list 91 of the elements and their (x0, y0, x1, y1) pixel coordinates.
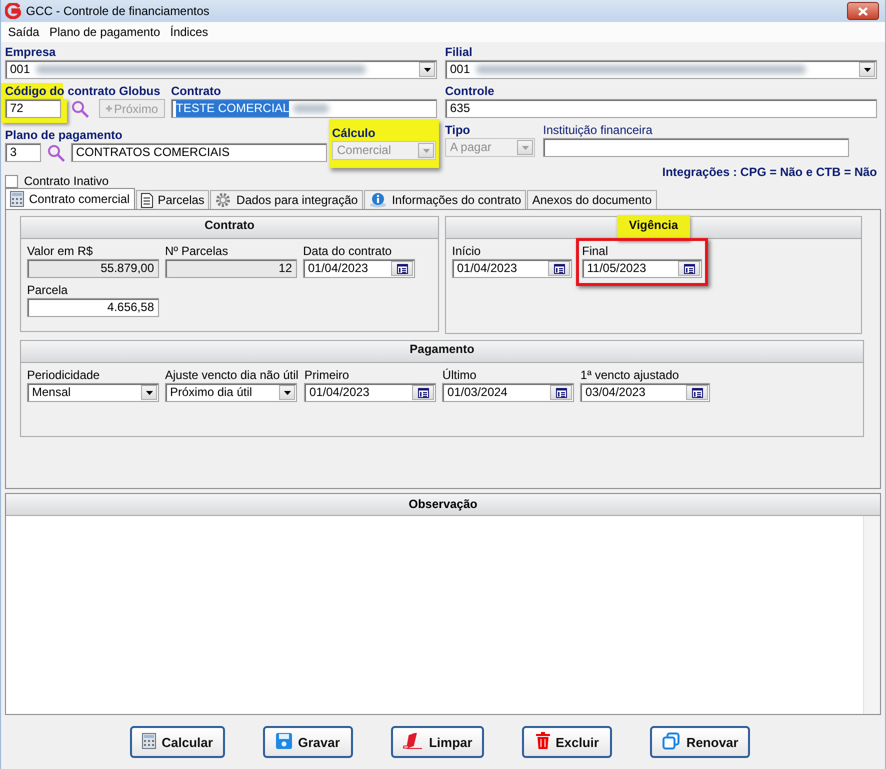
section-header: Pagamento (21, 341, 863, 363)
calendar-icon (556, 388, 567, 398)
search-icon[interactable] (71, 100, 91, 118)
text-field[interactable]: 4.656,58 (27, 298, 159, 317)
field-label: Filial (445, 44, 474, 60)
field-label: Contrato (171, 83, 222, 99)
gear-icon (215, 192, 232, 208)
tab[interactable]: Contrato comercial (5, 188, 135, 209)
renew-button[interactable]: Renovar (650, 726, 750, 758)
caret-icon (424, 68, 430, 72)
text-field[interactable]: TESTE COMERCIAL (171, 99, 437, 118)
caret-icon (422, 148, 430, 152)
field-label: Empresa (5, 44, 57, 60)
field-label: Periodicidade (27, 367, 101, 383)
clear-button[interactable]: Limpar (390, 726, 484, 758)
date-field[interactable]: 01/04/2023 (304, 383, 436, 402)
caret-icon (146, 390, 152, 394)
field-label: Controle (445, 83, 496, 99)
calendar-icon (418, 388, 429, 398)
date-field[interactable]: 03/04/2023 (580, 383, 710, 402)
app-logo-icon (5, 3, 21, 19)
scrollbar[interactable] (863, 516, 880, 714)
calendar-icon (554, 264, 564, 274)
field-label: Final (582, 243, 610, 259)
field-label: Plano de pagamento (5, 127, 124, 143)
calculator-icon (142, 732, 156, 748)
calendar-button[interactable] (686, 385, 708, 400)
trash-icon (536, 732, 550, 749)
window-title: GCC - Controle de financiamentos (26, 4, 210, 18)
calendar-button[interactable] (550, 385, 572, 400)
text-field[interactable]: CONTRATOS COMERCIAIS (71, 143, 327, 162)
checkbox[interactable] (5, 174, 18, 188)
info-icon (368, 192, 387, 208)
dropdown[interactable]: 001 (5, 60, 437, 79)
selected-text: TESTE COMERCIAL (176, 100, 290, 117)
calculator-icon (10, 191, 24, 207)
tab[interactable]: Informações do contrato (364, 190, 526, 209)
close-icon (858, 6, 868, 16)
caret-icon (522, 146, 528, 150)
field-label: Ajuste vencto dia não útil (165, 367, 298, 383)
delete-button[interactable]: Excluir (522, 726, 612, 758)
section-header: Vigência (446, 217, 861, 239)
copy-icon (662, 732, 680, 750)
checkbox-label: Contrato Inativo (24, 174, 109, 188)
section-header: Observação (6, 494, 880, 516)
caret-icon (864, 68, 870, 72)
dropdown[interactable]: 001 (445, 60, 877, 79)
date-field[interactable]: 01/03/2024 (442, 383, 574, 402)
date-field[interactable]: 01/04/2023 (452, 259, 572, 278)
field-label: Cálculo (332, 125, 376, 141)
text-field[interactable]: 72 (5, 99, 61, 118)
field-label: Nº Parcelas (165, 243, 230, 259)
field-label: Tipo (445, 122, 472, 138)
field-label: Primeiro (304, 367, 350, 383)
dropdown[interactable]: Próximo dia útil (165, 383, 297, 402)
document-icon (140, 192, 153, 208)
calculate-button[interactable]: Calcular (130, 726, 225, 758)
tab[interactable]: Parcelas (136, 190, 210, 209)
text-field[interactable] (543, 138, 849, 157)
text-field[interactable]: 3 (5, 143, 41, 162)
tab[interactable]: Dados para integração (210, 190, 363, 209)
eraser-icon (402, 732, 423, 748)
calendar-icon (684, 264, 694, 274)
date-field[interactable]: 11/05/2023 (582, 259, 702, 278)
field-label: Último (442, 367, 478, 383)
calendar-button[interactable] (412, 385, 434, 400)
tab[interactable]: Anexos do documento (527, 190, 657, 209)
calendar-button[interactable] (391, 261, 413, 276)
calendar-button[interactable] (678, 261, 700, 276)
caret-icon (284, 390, 290, 394)
menu-item[interactable]: Índices (165, 25, 214, 39)
calendar-icon (692, 388, 703, 398)
text-field[interactable]: 635 (445, 99, 877, 118)
plus-icon (106, 104, 112, 113)
calendar-icon (396, 264, 408, 274)
menu-item[interactable]: Saída (3, 25, 44, 39)
field-label: Valor em R$ (27, 243, 94, 259)
date-field[interactable]: 01/04/2023 (303, 259, 415, 278)
save-button[interactable]: Gravar (262, 726, 353, 758)
menu-item[interactable]: Plano de pagamento (44, 25, 166, 39)
dropdown[interactable]: Mensal (27, 383, 159, 402)
field-label: Parcela (27, 282, 69, 298)
field-label: Data do contrato (303, 243, 393, 259)
search-icon[interactable] (47, 144, 67, 162)
field-label: Início (452, 243, 482, 259)
close-button[interactable] (847, 2, 879, 20)
integration-status: Integrações : CPG = Não e CTB = Não (661, 165, 877, 179)
calendar-button[interactable] (548, 261, 570, 276)
field-label: Instituição financeira (543, 122, 654, 138)
section-header: Contrato (21, 217, 438, 239)
field-label: 1ª vencto ajustado (580, 367, 680, 383)
